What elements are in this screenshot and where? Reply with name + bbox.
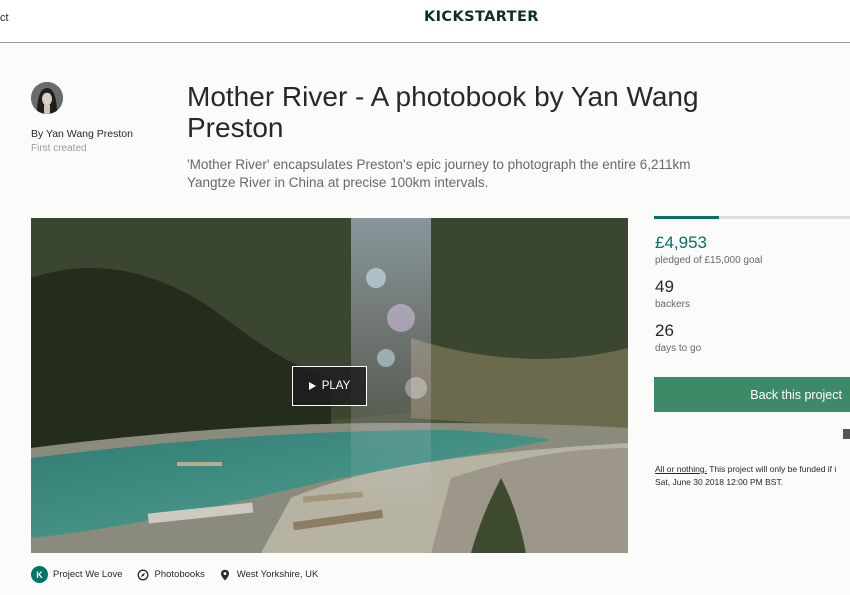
location-label: West Yorkshire, UK [236, 569, 319, 580]
avatar-image [31, 82, 63, 114]
backers-count: 49 [655, 277, 674, 296]
funding-progress-fill [654, 216, 719, 219]
compass-icon [137, 569, 149, 581]
tag-category[interactable]: Photobooks [137, 569, 205, 581]
back-this-project-button[interactable]: Back this project [654, 377, 850, 412]
nav-left-item[interactable]: ct [0, 12, 9, 24]
play-icon [308, 382, 316, 390]
project-tags: K Project We Love Photobooks West Yorksh… [31, 566, 332, 583]
project-page: By Yan Wang Preston First created Mother… [0, 44, 850, 595]
project-title: Mother River - A photobook by Yan Wang P… [187, 81, 699, 143]
backers-label: backers [655, 299, 691, 310]
play-button[interactable]: PLAY [292, 366, 367, 406]
creator-name[interactable]: By Yan Wang Preston [31, 128, 133, 140]
tag-project-we-love[interactable]: K Project We Love [31, 566, 123, 583]
kickstarter-k-icon: K [31, 566, 48, 583]
category-label: Photobooks [154, 569, 205, 580]
funding-deadline: Sat, June 30 2018 12:00 PM BST. [655, 476, 784, 487]
top-navbar: ct KICKSTARTER [0, 0, 850, 43]
project-we-love-label: Project We Love [53, 569, 123, 580]
pledged-goal-label: pledged of £15,000 goal [655, 255, 763, 266]
tag-location[interactable]: West Yorkshire, UK [219, 569, 319, 581]
funding-terms-text: This project will only be funded if i [706, 464, 837, 474]
creator-subtitle: First created [31, 143, 87, 154]
pledged-amount: £4,953 [655, 233, 707, 252]
project-blurb: 'Mother River' encapsulates Preston's ep… [187, 157, 691, 190]
all-or-nothing-link[interactable]: All or nothing. [655, 464, 707, 474]
days-to-go-label: days to go [655, 343, 702, 354]
funding-terms: All or nothing. This project will only b… [655, 463, 850, 488]
location-pin-icon [219, 569, 231, 581]
remind-me-icon[interactable] [843, 429, 850, 439]
kickstarter-logo[interactable]: KICKSTARTER [424, 9, 539, 25]
creator-avatar[interactable] [31, 82, 63, 114]
play-label: PLAY [321, 380, 351, 392]
funding-progress-bar [654, 216, 850, 219]
days-to-go-count: 26 [655, 321, 674, 340]
